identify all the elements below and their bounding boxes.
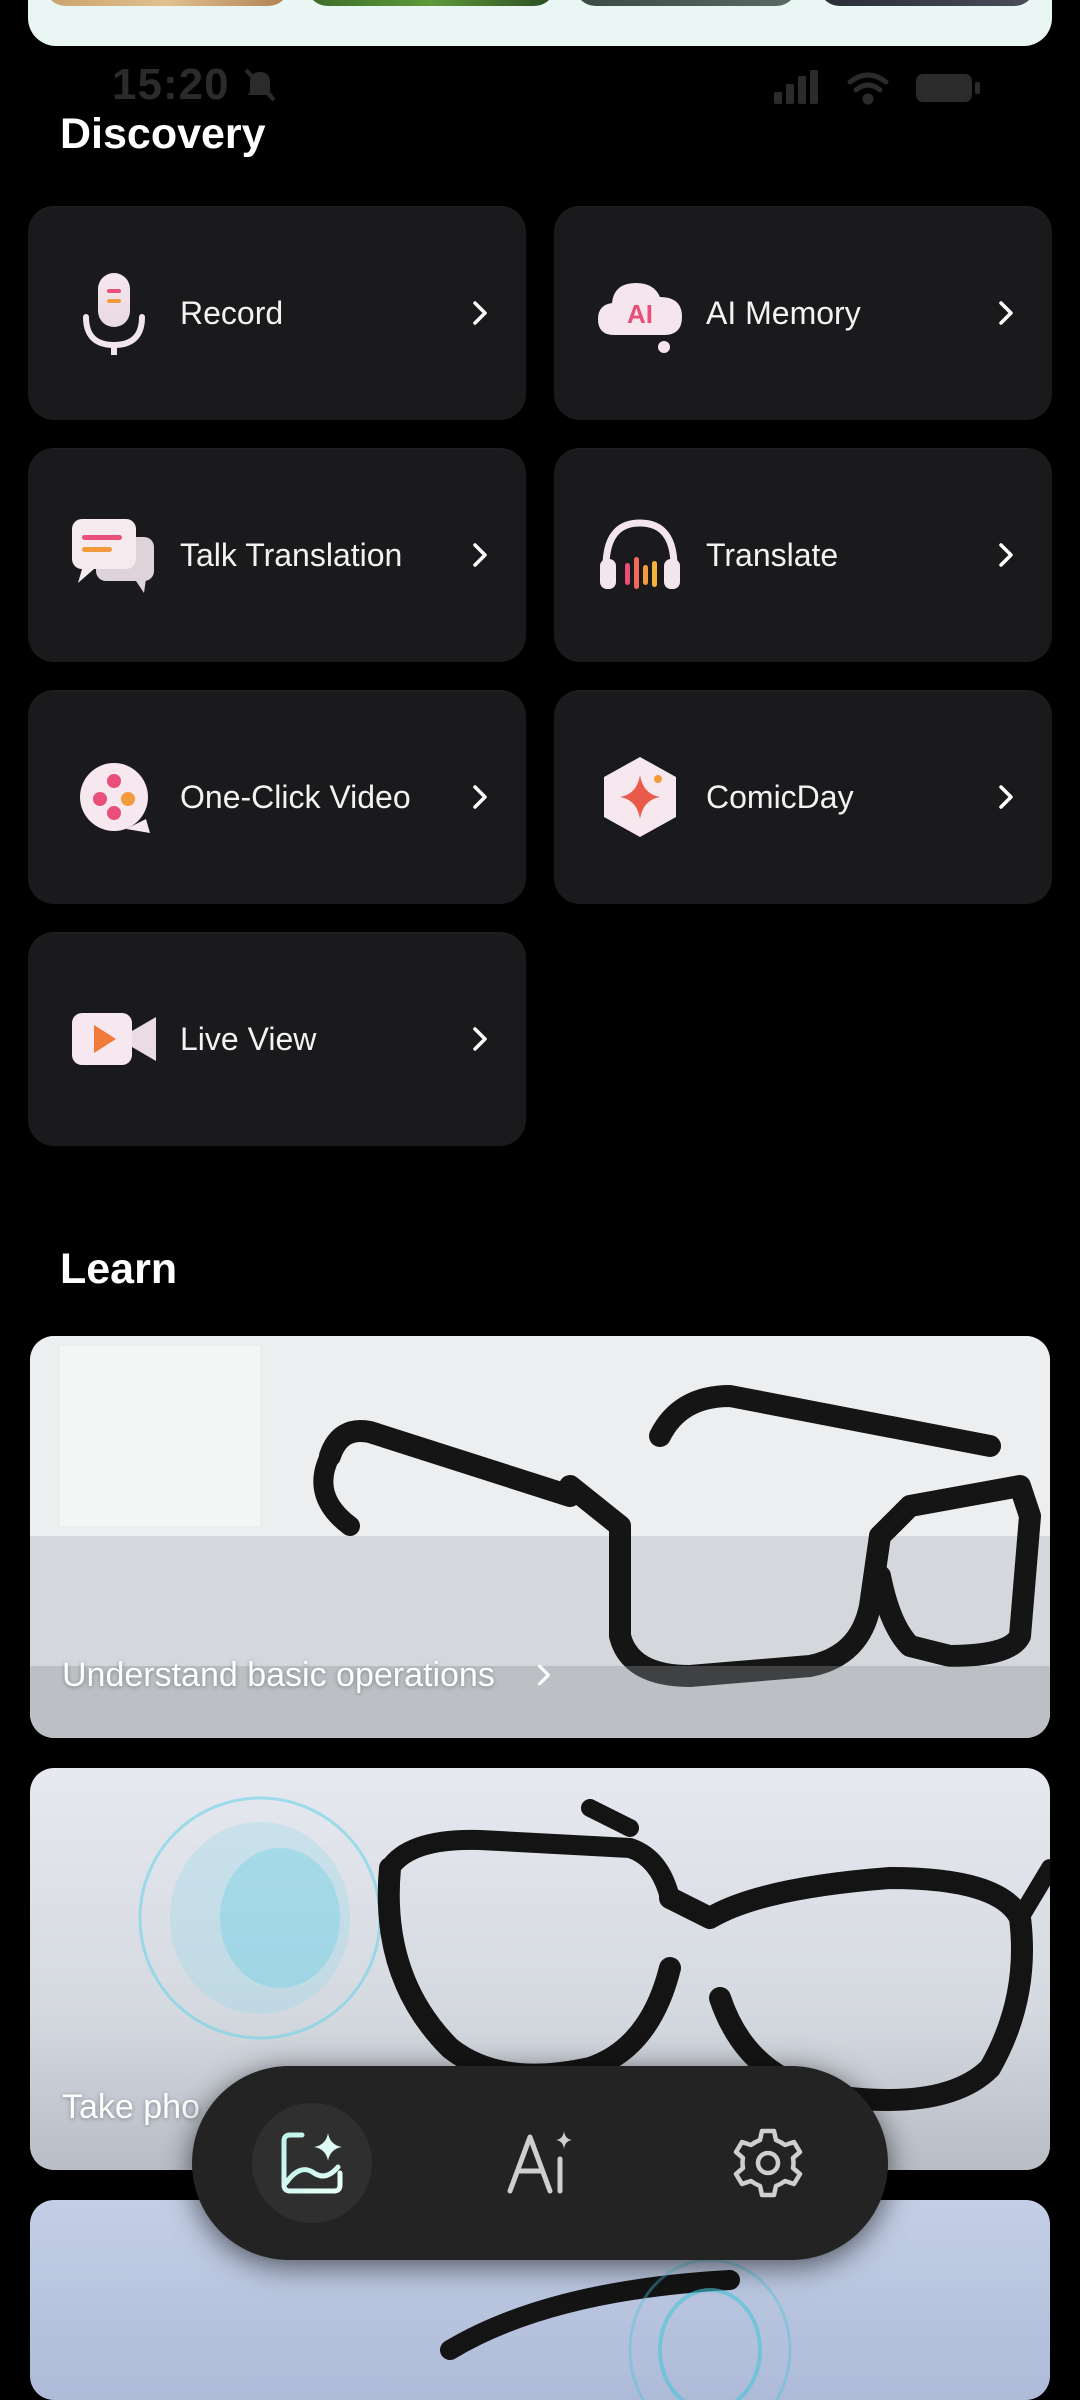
battery-icon: [916, 74, 980, 102]
discovery-item-label: Translate: [706, 537, 839, 573]
chevron-right-icon: [538, 1664, 551, 1686]
discovery-item-label: One-Click Video: [180, 779, 411, 815]
top-carousel-card[interactable]: [28, 0, 1052, 46]
sparkle-hexagon-icon: [604, 757, 676, 837]
ai-icon-text: AI: [627, 299, 653, 329]
learn-card-label-text: Understand basic operations: [62, 1656, 495, 1694]
discovery-item-comicday[interactable]: ComicDay: [554, 690, 1052, 904]
discovery-item-ai-memory[interactable]: AI AI Memory: [554, 206, 1052, 420]
microphone-icon: [83, 273, 145, 355]
learn-card-label: Take pho: [62, 2088, 200, 2126]
chevron-right-icon: [473, 301, 487, 325]
status-icons: [770, 68, 990, 108]
discovery-item-translate[interactable]: Translate: [554, 448, 1052, 662]
discovery-item-live-view[interactable]: Live View: [28, 932, 526, 1146]
signal-icon: [774, 70, 818, 104]
learn-title: Learn: [60, 1245, 178, 1293]
gear-icon[interactable]: [728, 2123, 808, 2203]
headphones-icon: [600, 519, 680, 589]
bottom-navigation: [192, 2066, 888, 2260]
chevron-right-icon: [999, 543, 1013, 567]
discovery-item-talk-translation[interactable]: Talk Translation: [28, 448, 526, 662]
carousel-thumb[interactable]: [818, 0, 1036, 6]
status-time: 15:20: [112, 60, 230, 109]
ai-memory-cloud-icon: AI: [598, 283, 682, 353]
discovery-item-label: Talk Translation: [180, 537, 403, 573]
discovery-item-label: Live View: [180, 1021, 317, 1057]
discovery-item-label: AI Memory: [706, 295, 861, 331]
chevron-right-icon: [473, 1027, 487, 1051]
carousel-thumb[interactable]: [306, 0, 556, 6]
discovery-item-record[interactable]: Record: [28, 206, 526, 420]
muted-bell-icon: [240, 64, 280, 114]
carousel-thumb[interactable]: [44, 0, 290, 6]
carousel-thumb[interactable]: [574, 0, 798, 6]
chevron-right-icon: [473, 785, 487, 809]
discovery-item-one-click-video[interactable]: One-Click Video: [28, 690, 526, 904]
chevron-right-icon: [999, 785, 1013, 809]
discovery-item-label: ComicDay: [706, 779, 854, 815]
discovery-title: Discovery: [60, 110, 266, 158]
discovery-item-label: Record: [180, 295, 284, 331]
ai-icon[interactable]: [500, 2123, 580, 2203]
learn-card-basic-operations[interactable]: Understand basic operations: [30, 1336, 1050, 1738]
chevron-right-icon: [999, 301, 1013, 325]
gallery-sparkle-icon[interactable]: [272, 2123, 352, 2203]
wifi-icon: [847, 72, 889, 105]
chat-bubbles-icon: [72, 519, 154, 593]
video-camera-icon: [72, 1013, 156, 1065]
chevron-right-icon: [473, 543, 487, 567]
learn-card-label: Understand basic operations: [62, 1656, 558, 1695]
film-reel-icon: [80, 763, 150, 833]
